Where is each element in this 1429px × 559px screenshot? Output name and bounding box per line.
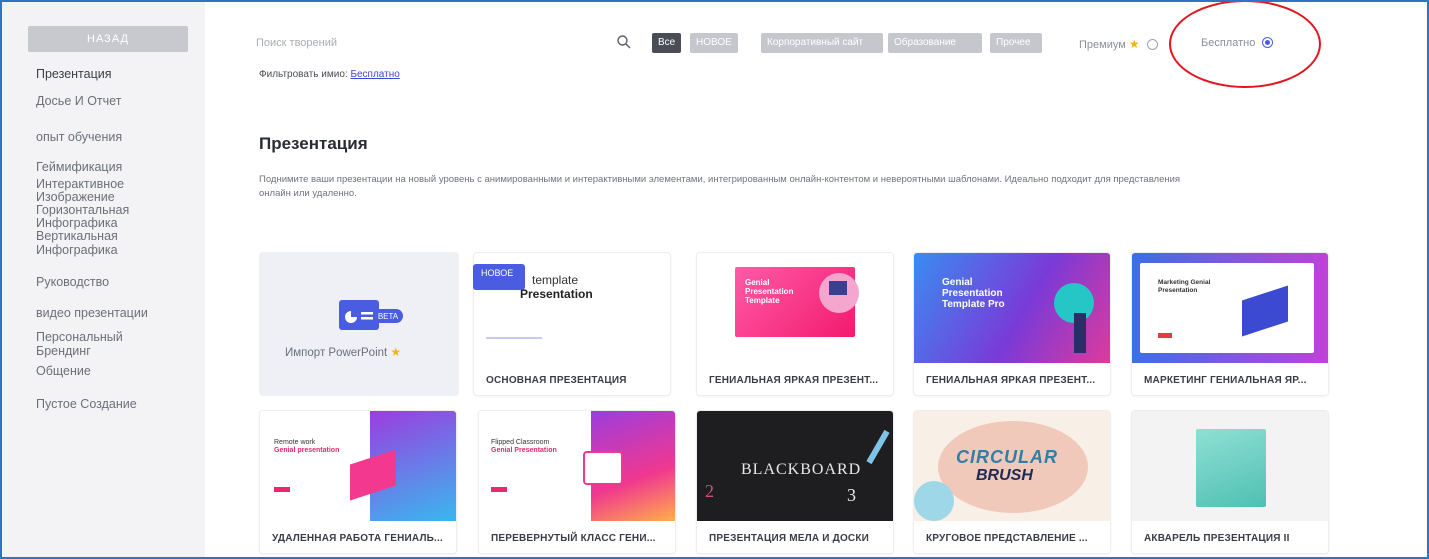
card-title: ПЕРЕВЕРНУТЫЙ КЛАСС ГЕНИ... bbox=[491, 533, 656, 544]
tag-education[interactable]: Образование bbox=[888, 33, 982, 53]
sidebar-item-presentation[interactable]: Презентация bbox=[36, 68, 112, 81]
search-icon[interactable] bbox=[616, 34, 632, 50]
search-input[interactable]: Поиск творений bbox=[256, 37, 337, 49]
template-thumbnail: BLACKBOARD 2 3 bbox=[697, 411, 893, 521]
template-card[interactable]: Genial Presentation Template ГЕНИАЛЬНАЯ ЯР… bbox=[696, 252, 894, 396]
template-card[interactable]: Marketing Genial Presentation МАРКЕТИНГ Г… bbox=[1131, 252, 1329, 396]
sidebar-item-dossier[interactable]: Досье И Отчет bbox=[36, 95, 121, 108]
tag-corporate[interactable]: Корпоративный сайт bbox=[761, 33, 883, 53]
template-thumbnail: Marketing Genial Presentation bbox=[1132, 253, 1328, 363]
back-button[interactable]: НАЗАД bbox=[28, 26, 188, 52]
template-card[interactable]: Remote work Genial presentation УДАЛЕННАЯ… bbox=[259, 410, 457, 554]
card-title: ОСНОВНАЯ ПРЕЗЕНТАЦИЯ bbox=[486, 375, 627, 386]
card-title: МАРКЕТИНГ ГЕНИАЛЬНАЯ ЯР... bbox=[1144, 375, 1307, 386]
tag-all[interactable]: Все bbox=[652, 33, 682, 53]
tag-other[interactable]: Прочее bbox=[990, 33, 1042, 53]
sidebar-item-vertical[interactable]: Вертикальная bbox=[36, 230, 118, 243]
page-title: Презентация bbox=[259, 134, 368, 153]
active-filter: Фильтровать имио: Бесплатно bbox=[259, 69, 400, 80]
premium-filter[interactable]: Премиум ★ bbox=[1079, 37, 1158, 51]
free-filter[interactable]: Бесплатно bbox=[1201, 37, 1274, 49]
sidebar-item-blank[interactable]: Пустое Создание bbox=[36, 398, 137, 411]
sidebar-item-infographic-v[interactable]: Инфографика bbox=[36, 244, 118, 257]
premium-radio[interactable] bbox=[1146, 39, 1158, 50]
template-thumbnail bbox=[1132, 411, 1328, 521]
tag-new[interactable]: НОВОЕ bbox=[690, 33, 738, 53]
free-radio[interactable] bbox=[1262, 37, 1274, 48]
template-thumbnail: Flipped Classroom Genial Presentation bbox=[479, 411, 675, 521]
import-label: Импорт PowerPoint ★ bbox=[285, 345, 402, 359]
free-label: Бесплатно bbox=[1201, 37, 1256, 49]
card-title: АКВАРЕЛЬ ПРЕЗЕНТАЦИЯ II bbox=[1144, 533, 1290, 544]
import-powerpoint-card[interactable]: BETA Импорт PowerPoint ★ bbox=[259, 252, 459, 396]
card-title: УДАЛЕННАЯ РАБОТА ГЕНИАЛЬ... bbox=[272, 533, 443, 544]
powerpoint-import-icon: BETA bbox=[339, 300, 403, 330]
template-thumbnail: Remote work Genial presentation bbox=[260, 411, 456, 521]
star-icon: ★ bbox=[1128, 37, 1140, 51]
section-description: Поднимите ваши презентации на новый уров… bbox=[259, 174, 1181, 199]
card-title: КРУГОВОЕ ПРЕДСТАВЛЕНИЕ ... bbox=[926, 533, 1088, 544]
template-card[interactable]: Genial Presentation Template Pro ГЕНИАЛЬНА… bbox=[913, 252, 1111, 396]
template-card[interactable]: Flipped Classroom Genial Presentation ПЕР… bbox=[478, 410, 676, 554]
card-title: ПРЕЗЕНТАЦИЯ МЕЛА И ДОСКИ bbox=[709, 533, 870, 544]
sidebar-item-personal[interactable]: Персональный bbox=[36, 331, 123, 344]
template-thumbnail: CIRCULAR BRUSH bbox=[914, 411, 1110, 521]
premium-label: Премиум bbox=[1079, 39, 1126, 51]
card-title: ГЕНИАЛЬНАЯ ЯРКАЯ ПРЕЗЕНТ... bbox=[926, 375, 1096, 386]
sidebar-item-gamification[interactable]: Геймификация bbox=[36, 161, 122, 174]
card-title: ГЕНИАЛЬНАЯ ЯРКАЯ ПРЕЗЕНТ... bbox=[709, 375, 879, 386]
sidebar-item-guide[interactable]: Руководство bbox=[36, 276, 109, 289]
new-badge: НОВОЕ bbox=[473, 264, 525, 290]
filter-value-link[interactable]: Бесплатно bbox=[350, 69, 399, 80]
filter-prefix: Фильтровать имио: bbox=[259, 69, 348, 80]
sidebar-item-branding[interactable]: Брендинг bbox=[36, 345, 91, 358]
star-icon: ★ bbox=[390, 345, 402, 359]
sidebar-item-communication[interactable]: Общение bbox=[36, 365, 91, 378]
template-card[interactable]: АКВАРЕЛЬ ПРЕЗЕНТАЦИЯ II bbox=[1131, 410, 1329, 554]
sidebar-item-learning[interactable]: опыт обучения bbox=[36, 131, 122, 144]
template-thumbnail: Genial Presentation Template Pro bbox=[914, 253, 1110, 363]
template-thumbnail: Genial Presentation Template bbox=[697, 253, 893, 363]
beta-badge: BETA bbox=[378, 312, 399, 321]
template-card[interactable]: BLACKBOARD 2 3 ПРЕЗЕНТАЦИЯ МЕЛА И ДОСКИ bbox=[696, 410, 894, 554]
sidebar-item-video[interactable]: видео презентации bbox=[36, 307, 148, 320]
template-card[interactable]: CIRCULAR BRUSH КРУГОВОЕ ПРЕДСТАВЛЕНИЕ ..… bbox=[913, 410, 1111, 554]
